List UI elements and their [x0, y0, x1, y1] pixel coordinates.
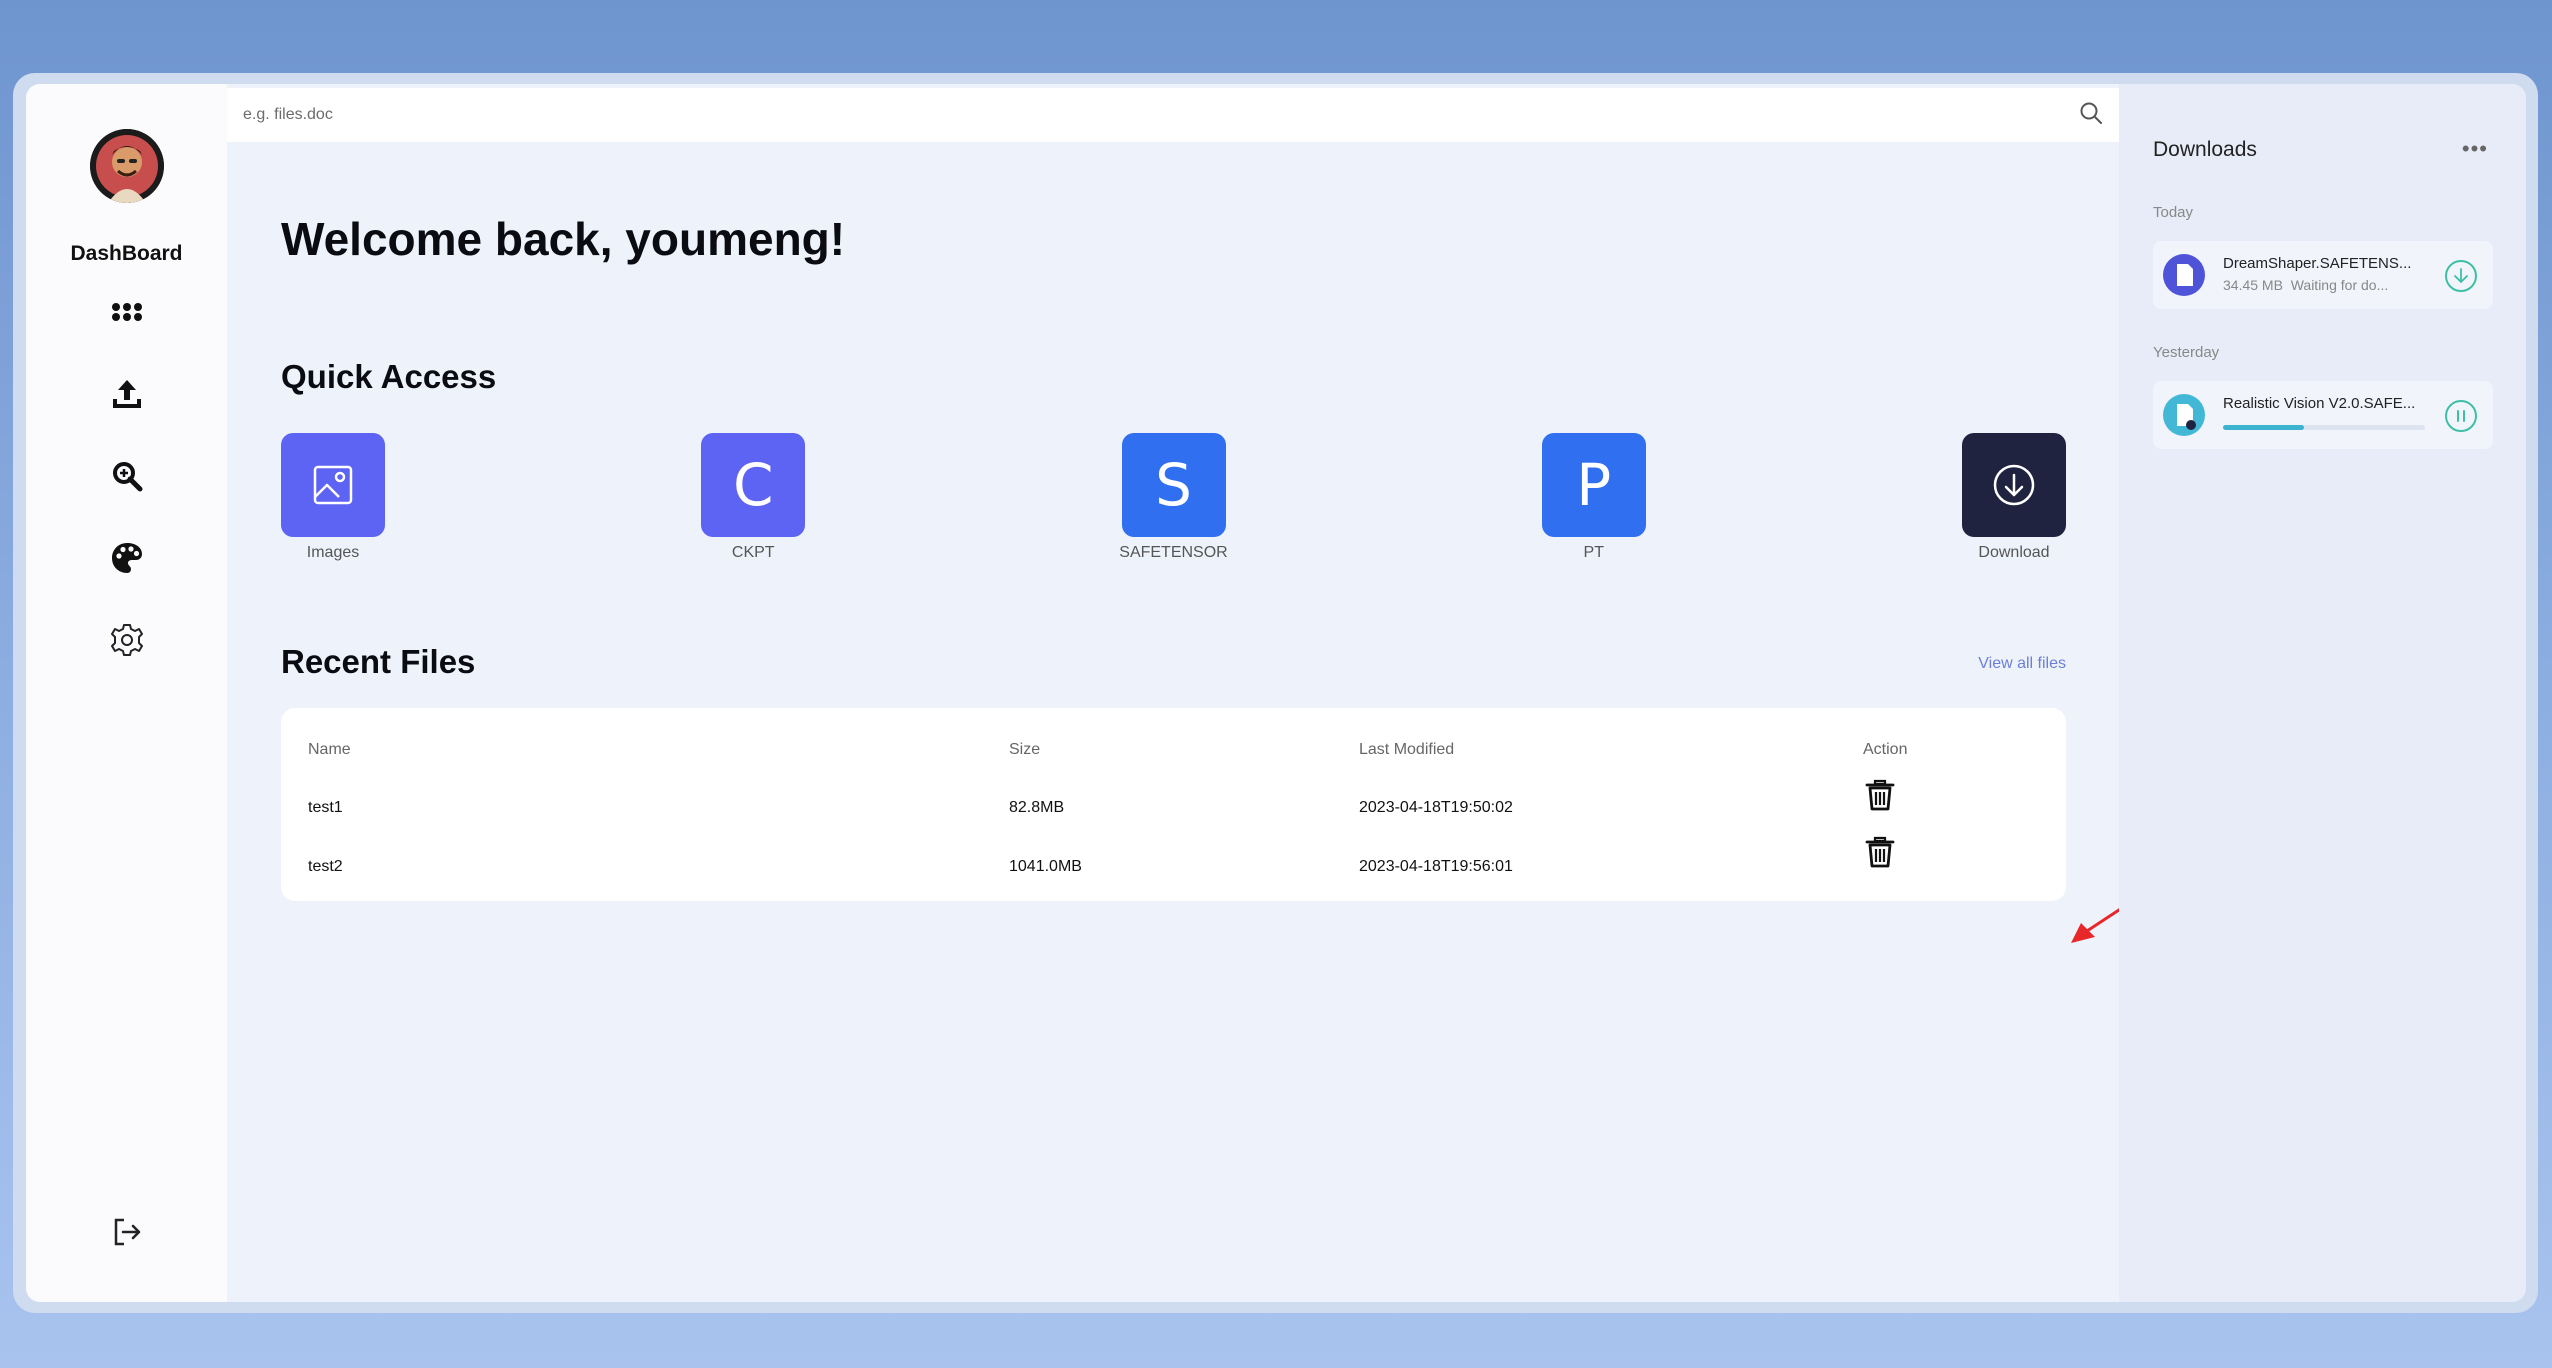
recent-files-title: Recent Files — [281, 643, 476, 680]
table-header-action: Action — [1863, 741, 1908, 758]
quick-access-images[interactable]: Images — [281, 433, 385, 562]
downloads-panel: Downloads ••• Today DreamShaper.SAFETENS… — [2119, 84, 2526, 1302]
quick-label-safetensor: SAFETENSOR — [1119, 544, 1228, 561]
download-item-name: Realistic Vision V2.0.SAFE... — [2223, 395, 2416, 412]
file-icon — [2163, 254, 2205, 296]
pause-icon[interactable] — [2445, 400, 2477, 432]
view-all-files-link[interactable]: View all files — [1978, 655, 2066, 673]
quick-access-ckpt[interactable]: C CKPT — [701, 433, 806, 562]
quick-label-pt: PT — [1583, 544, 1604, 561]
download-group-today: Today — [2153, 204, 2194, 221]
quick-label-ckpt: CKPT — [731, 544, 775, 561]
quick-tile-download[interactable] — [1962, 433, 2066, 537]
quick-tile-ckpt[interactable]: C — [701, 433, 806, 537]
search-bar — [227, 88, 2119, 142]
welcome-heading: Welcome back, youmeng! — [281, 213, 846, 265]
quick-access-pt[interactable]: P PT — [1541, 433, 1646, 562]
download-item-size: 34.45 MB — [2223, 277, 2283, 293]
quick-access-download[interactable]: Download — [1962, 433, 2066, 562]
download-item-meta: 34.45 MB Waiting for do... — [2223, 277, 2388, 293]
download-progress-bar — [2223, 425, 2425, 430]
download-group-yesterday: Yesterday — [2153, 344, 2220, 361]
sidebar: DashBoard — [26, 84, 227, 1302]
more-options-icon[interactable]: ••• — [2462, 136, 2488, 162]
search-icon[interactable] — [2079, 101, 2103, 130]
row1-name[interactable]: test1 — [308, 799, 343, 817]
row2-name[interactable]: test2 — [308, 858, 343, 876]
download-item[interactable]: DreamShaper.SAFETENS... 34.45 MB Waiting… — [2153, 241, 2493, 309]
row1-last-modified: 2023-04-18T19:50:02 — [1359, 799, 1513, 816]
search-zoom-icon[interactable] — [109, 458, 145, 494]
table-header-last-modified: Last Modified — [1359, 741, 1455, 758]
quick-tile-safetensor[interactable]: S — [1121, 433, 1226, 537]
quick-tile-images[interactable] — [281, 433, 385, 537]
downloads-title: Downloads — [2153, 138, 2257, 161]
sidebar-nav — [109, 294, 145, 658]
row2-size: 1041.0MB — [1009, 858, 1082, 875]
download-item-name: DreamShaper.SAFETENS... — [2223, 255, 2412, 272]
logout-icon[interactable] — [109, 1214, 145, 1250]
app-window: DashBoard e.g. files.doc Welcome back, y… — [26, 84, 2526, 1302]
trash-icon[interactable] — [1864, 778, 1896, 812]
image-icon — [313, 465, 353, 505]
palette-icon[interactable] — [109, 540, 145, 576]
dashboard-title: DashBoard — [70, 242, 183, 265]
avatar[interactable] — [89, 129, 164, 203]
download-circle-icon — [1993, 464, 2035, 506]
table-header-name: Name — [308, 741, 351, 758]
quick-access-row: Images C CKPT S SAFETENSOR P PT Download — [281, 433, 2066, 562]
quick-access-safetensor[interactable]: S SAFETENSOR — [1119, 433, 1228, 562]
download-item[interactable]: Realistic Vision V2.0.SAFE... — [2153, 381, 2493, 449]
quick-label-images: Images — [306, 544, 360, 561]
gear-icon[interactable] — [109, 622, 145, 658]
row2-last-modified: 2023-04-18T19:56:01 — [1359, 858, 1513, 875]
search-input[interactable] — [243, 106, 2079, 124]
file-icon — [2163, 394, 2205, 436]
grid-icon[interactable] — [109, 294, 145, 330]
quick-label-download: Download — [1978, 544, 2050, 561]
quick-tile-pt[interactable]: P — [1541, 433, 1646, 537]
table-header-size: Size — [1009, 741, 1041, 758]
upload-icon[interactable] — [109, 376, 145, 412]
trash-icon[interactable] — [1864, 835, 1896, 869]
download-item-status: Waiting for do... — [2290, 277, 2389, 293]
main-content: Welcome back, youmeng! Quick Access Imag… — [227, 84, 2165, 1302]
quick-access-title: Quick Access — [281, 358, 497, 395]
download-progress-fill — [2223, 425, 2304, 430]
download-arrow-icon[interactable] — [2445, 260, 2477, 292]
row1-size: 82.8MB — [1009, 799, 1065, 816]
recent-files-table: Name Size Last Modified Action test1 82.… — [281, 708, 2066, 901]
